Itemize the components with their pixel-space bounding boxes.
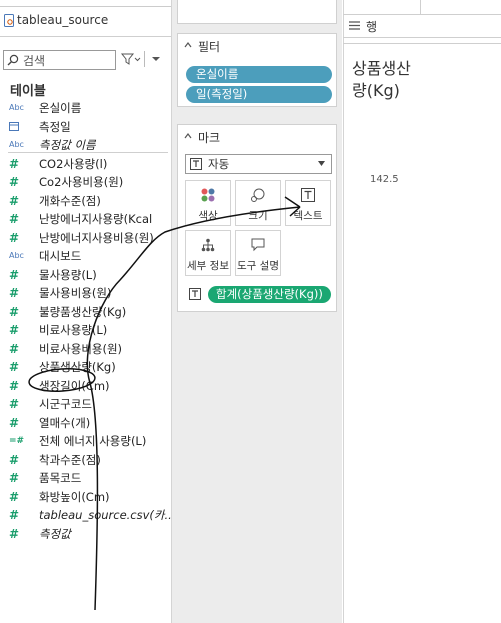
annotation-drawing — [28, 196, 301, 611]
